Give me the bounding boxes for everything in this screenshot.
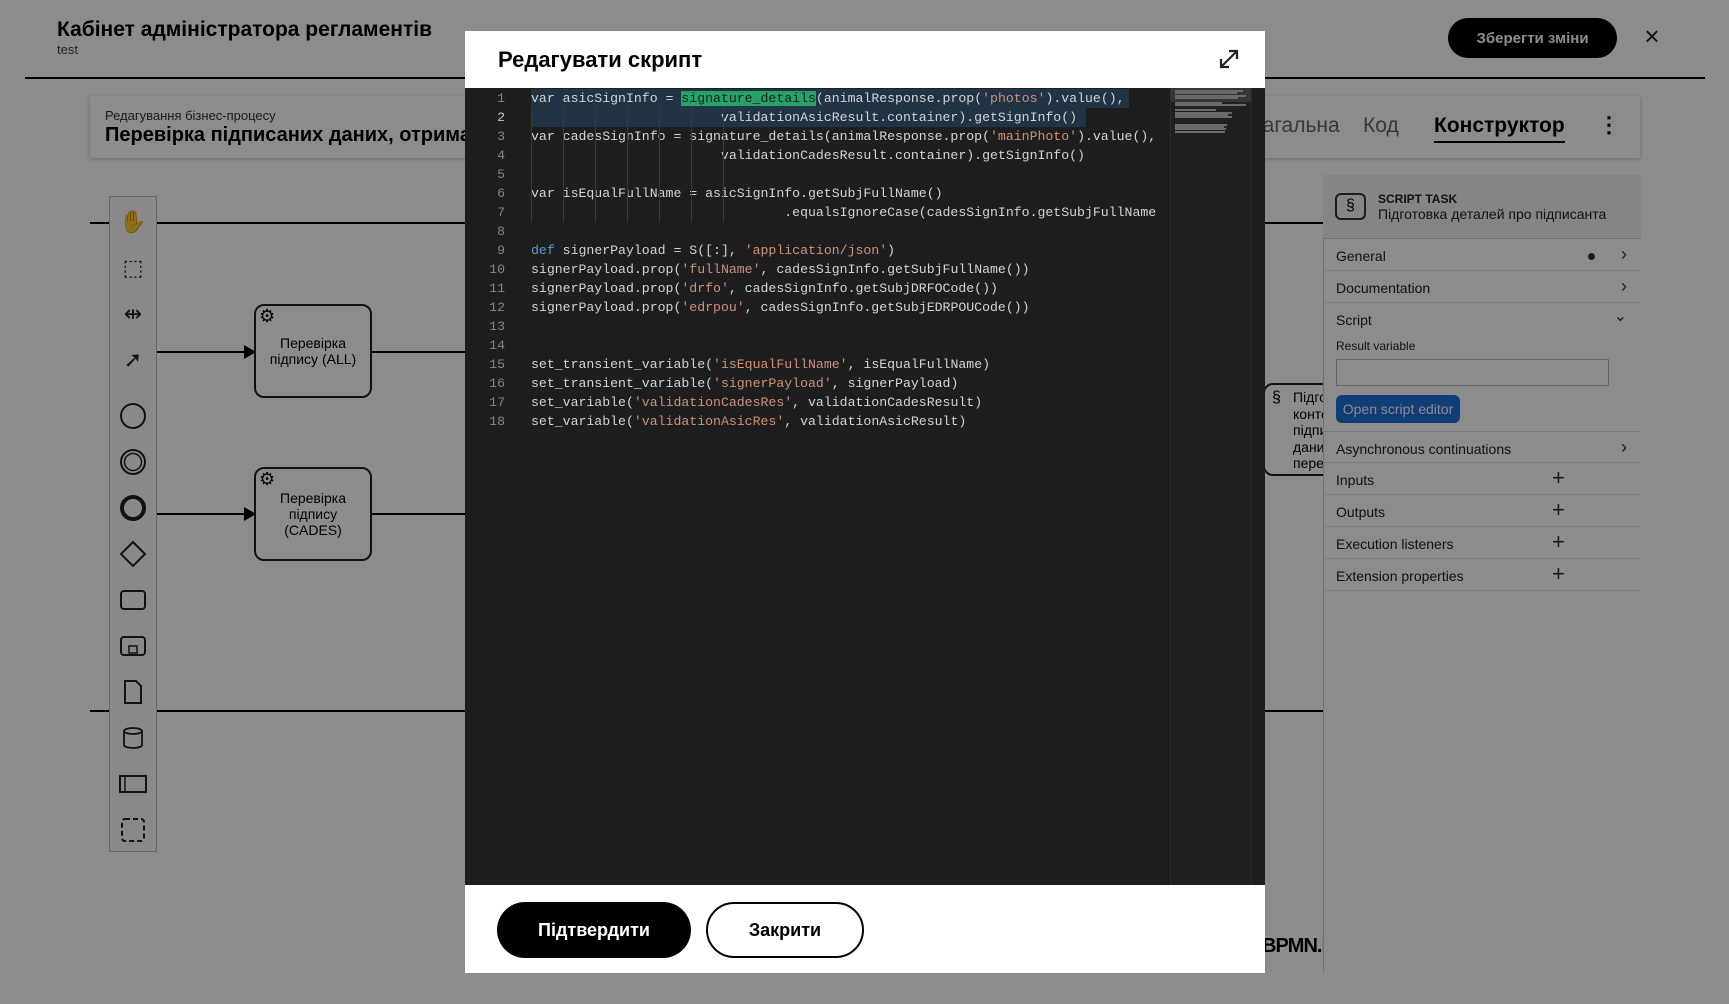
code-line[interactable]: 16 set_transient_variable('signerPayload'… — [465, 374, 1165, 393]
indent-guide — [659, 108, 660, 222]
line-number: 3 — [497, 129, 505, 144]
code-line[interactable]: 2 validationAsicResult.container).getSig… — [465, 108, 1165, 127]
code-line[interactable]: 4 validationCadesResult.container).getSi… — [465, 146, 1165, 165]
code-line[interactable]: 8 — [465, 222, 1165, 241]
line-number: 15 — [489, 357, 505, 372]
code-line[interactable]: 12 signerPayload.prop('edrpou', cadesSign… — [465, 298, 1165, 317]
code-text: signerPayload.prop('fullName', cadesSign… — [531, 262, 1030, 277]
line-number: 10 — [489, 262, 505, 277]
edit-script-modal: Редагувати скрипт 1 var asicSignInfo = si… — [465, 31, 1265, 973]
indent-guide — [627, 108, 628, 222]
code-line[interactable]: 18 set_variable('validationAsicRes', vali… — [465, 412, 1165, 431]
code-text: set_variable('validationAsicRes', valida… — [531, 414, 967, 429]
line-number: 8 — [497, 224, 505, 239]
line-number: 4 — [497, 148, 505, 163]
minimap-line — [1175, 97, 1238, 100]
line-number: 2 — [497, 110, 505, 125]
code-text: signerPayload.prop('drfo', cadesSignInfo… — [531, 281, 998, 296]
code-text: set_transient_variable('isEqualFullName'… — [531, 357, 991, 372]
indent-guide — [531, 108, 532, 222]
line-number: 11 — [489, 281, 505, 296]
code-line[interactable]: 15 set_transient_variable('isEqualFullNam… — [465, 355, 1165, 374]
code-text: signerPayload.prop('edrpou', cadesSignIn… — [531, 300, 1030, 315]
code-text: var cadesSignInfo = signature_details(an… — [531, 129, 1157, 144]
code-line[interactable]: 14 — [465, 336, 1165, 355]
expand-icon[interactable] — [1217, 47, 1241, 71]
code-text: validationAsicResult.container).getSignI… — [531, 110, 1078, 125]
code-text: var isEqualFullName = asicSignInfo.getSu… — [531, 186, 943, 201]
confirm-button[interactable]: Підтвердити — [497, 902, 691, 958]
line-number: 1 — [497, 91, 505, 106]
line-number: 6 — [497, 186, 505, 201]
code-editor[interactable]: 1 var asicSignInfo = signature_details(an… — [465, 88, 1265, 885]
code-text: set_transient_variable('signerPayload', … — [531, 376, 959, 391]
line-number: 9 — [497, 243, 505, 258]
line-number: 18 — [489, 414, 505, 429]
code-text: .equalsIgnoreCase(cadesSignInfo.getSubjF… — [531, 205, 1157, 220]
code-line[interactable]: 6 var isEqualFullName = asicSignInfo.getS… — [465, 184, 1165, 203]
code-line[interactable]: 13 — [465, 317, 1165, 336]
minimap[interactable] — [1170, 88, 1261, 885]
close-button[interactable]: Закрити — [706, 902, 864, 958]
line-number: 14 — [489, 338, 505, 353]
code-text: var asicSignInfo = signature_details(ani… — [531, 91, 1125, 106]
code-line[interactable]: 5 — [465, 165, 1165, 184]
line-number: 13 — [489, 319, 505, 334]
code-line[interactable]: 17 set_variable('validationCadesRes', val… — [465, 393, 1165, 412]
code-line[interactable]: 3 var cadesSignInfo = signature_details(a… — [465, 127, 1165, 146]
code-text: validationCadesResult.container).getSign… — [531, 148, 1085, 163]
line-number: 5 — [497, 167, 505, 182]
minimap-line — [1175, 130, 1225, 133]
line-number: 12 — [489, 300, 505, 315]
line-number: 16 — [489, 376, 505, 391]
line-number: 17 — [489, 395, 505, 410]
line-number: 7 — [497, 205, 505, 220]
code-area[interactable]: 1 var asicSignInfo = signature_details(an… — [465, 88, 1165, 885]
indent-guide — [691, 108, 692, 222]
indent-guide — [563, 108, 564, 222]
minimap-line — [1175, 104, 1247, 107]
code-line[interactable]: 9 def signerPayload = S([:], 'application… — [465, 241, 1165, 260]
indent-guide — [595, 108, 596, 222]
code-text: set_variable('validationCadesRes', valid… — [531, 395, 983, 410]
code-line[interactable]: 7 .equalsIgnoreCase(cadesSignInfo.getSub… — [465, 203, 1165, 222]
modal-title: Редагувати скрипт — [498, 47, 703, 72]
code-line[interactable]: 10 signerPayload.prop('fullName', cadesSi… — [465, 260, 1165, 279]
minimap-line — [1175, 116, 1232, 119]
code-line[interactable]: 1 var asicSignInfo = signature_details(an… — [465, 89, 1165, 108]
code-text: def signerPayload = S([:], 'application/… — [531, 243, 896, 258]
code-line[interactable]: 11 signerPayload.prop('drfo', cadesSignIn… — [465, 279, 1165, 298]
vertical-scrollbar[interactable] — [1251, 88, 1265, 885]
indent-guide — [723, 108, 724, 222]
